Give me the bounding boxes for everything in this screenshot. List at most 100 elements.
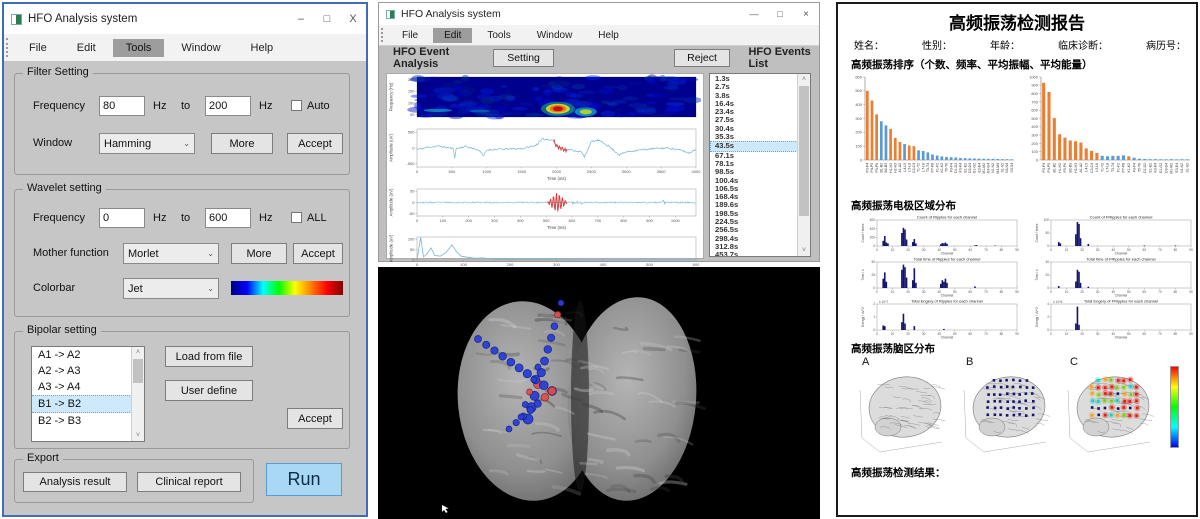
svg-text:H2-H3: H2-H3 [893,163,897,173]
menu-item-tools[interactable]: Tools [476,28,521,43]
svg-text:70: 70 [984,290,988,294]
bipolar-channel-item[interactable]: A1 -> A2 [32,347,132,363]
filter-accept-button[interactable]: Accept [287,133,343,154]
scroll-down-icon[interactable]: ˅ [798,245,810,256]
bar [1001,159,1004,160]
clinical-report-button[interactable]: Clinical report [137,472,241,492]
titlebar[interactable]: HFO Analysis system — □ × [379,3,819,26]
reject-button[interactable]: Reject [674,49,731,67]
bipolar-channel-item[interactable]: A3 -> A4 [32,379,132,395]
bar [1154,159,1157,160]
bar [866,91,869,160]
maximize-icon[interactable]: □ [314,13,340,25]
titlebar[interactable]: HFO Analysis system – □ X [4,4,366,35]
menu-item-edit[interactable]: Edit [64,39,109,57]
load-from-file-button[interactable]: Load from file [165,346,253,367]
event-analysis-label: HFO Event Analysis [393,46,479,70]
wavelet-more-button[interactable]: More [231,243,287,264]
all-checkbox[interactable] [291,212,302,223]
svg-text:900: 900 [1031,83,1038,88]
bipolar-channel-item[interactable]: A2 -> A3 [32,363,132,379]
setting-button[interactable]: Setting [493,49,553,67]
bipolar-channel-list[interactable]: A1 -> A2A2 -> A3A3 -> A4B1 -> B2B2 -> B3… [31,346,145,442]
svg-text:600: 600 [870,218,876,222]
menu-item-file[interactable]: File [391,28,429,43]
menu-item-window[interactable]: Window [168,39,233,57]
svg-text:70: 70 [984,332,988,336]
minimize-icon[interactable]: – [288,13,314,25]
bipolar-channel-item[interactable]: B1 -> B2 [32,395,132,413]
wavelet-accept-button[interactable]: Accept [293,243,343,264]
svg-text:P5-P6: P5-P6 [875,163,879,173]
svg-text:10: 10 [891,248,895,252]
colorbar-select[interactable]: Jet⌄ [123,278,219,299]
brain-render [378,267,820,519]
electrode-contact [518,414,524,420]
window-select[interactable]: Hamming⌄ [99,133,195,154]
menu-item-help[interactable]: Help [587,28,630,43]
hfo-events-list[interactable]: 1.3s2.7s3.8s16.4s23.4s27.5s30.4s35.3s43.… [709,73,811,257]
svg-text:Channel: Channel [941,252,954,256]
hz-label: Hz [259,212,272,224]
menubar: File Edit Tools WindowHelp [379,25,819,46]
bipolar-list-scrollbar[interactable]: ˄ ˅ [131,347,144,441]
svg-text:20: 20 [906,248,910,252]
mouse-cursor-icon [442,505,449,513]
svg-text:90: 90 [1189,290,1193,294]
menu-item-file[interactable]: File [16,39,60,57]
scroll-up-icon[interactable]: ˄ [132,347,144,358]
analysis-result-button[interactable]: Analysis result [23,472,127,492]
mother-function-select[interactable]: Morlet⌄ [123,243,219,264]
svg-text:T5-T6: T5-T6 [945,163,949,172]
wavelet-freq-to-input[interactable] [205,208,251,228]
bipolar-channel-item[interactable]: B2 -> B3 [32,413,132,429]
toolbar: HFO Event Analysis Setting Reject HFO Ev… [379,45,819,71]
svg-text:P7-P8: P7-P8 [931,163,935,173]
svg-text:P7-P8: P7-P8 [1122,163,1126,173]
window-title: HFO Analysis system [401,8,501,20]
minimize-icon[interactable]: — [741,9,767,19]
svg-text:0: 0 [1047,328,1049,332]
bar [913,146,916,160]
bipolar-accept-button[interactable]: Accept [287,408,343,429]
user-define-button[interactable]: User define [165,380,253,401]
auto-checkbox[interactable] [291,100,302,111]
svg-text:T5-T6: T5-T6 [1138,163,1142,172]
brain-3d-view[interactable] [378,267,820,519]
close-icon[interactable]: × [793,9,819,20]
events-list-label: HFO Events List [748,46,819,70]
menu-item-window[interactable]: Window [526,28,584,43]
electrode-dot [993,400,996,403]
svg-text:600: 600 [569,218,576,223]
menubar-gripper-icon [6,38,12,57]
scrollbar-thumb[interactable] [133,359,143,383]
menu-item-help[interactable]: Help [238,39,287,57]
hz-label: Hz [153,212,166,224]
svg-text:0: 0 [416,169,419,174]
filter-freq-from-input[interactable] [99,96,145,116]
maximize-icon[interactable]: □ [767,9,793,19]
electrode-dot [1032,407,1035,410]
svg-text:Channel: Channel [941,336,954,340]
scroll-up-icon[interactable]: ˄ [798,74,810,85]
menu-item-edit[interactable]: Edit [433,28,472,43]
export-group: Export Analysis result Clinical report [14,459,254,503]
filter-more-button[interactable]: More [211,133,273,154]
hfo-event-item[interactable]: 453.7s [710,251,798,257]
close-icon[interactable]: X [340,13,366,25]
svg-text:Amplitude (uV): Amplitude (uV) [389,188,394,216]
events-list-scrollbar[interactable]: ˄ ˅ [797,74,810,256]
svg-text:20: 20 [1045,273,1049,277]
svg-text:Channel: Channel [1115,336,1128,340]
run-button[interactable]: Run [266,463,342,496]
wavelet-freq-from-input[interactable] [99,208,145,228]
svg-text:400: 400 [870,227,876,231]
scroll-down-icon[interactable]: ˅ [132,430,144,441]
electrode-contact [541,357,549,365]
electrode-dot [999,414,1002,417]
menu-item-tools[interactable]: Tools [113,39,165,57]
filter-freq-to-input[interactable] [205,96,251,116]
electrode-dot [1024,399,1027,402]
scrollbar-thumb[interactable] [799,86,809,216]
hfo-event-item[interactable]: 35.3s [710,133,798,141]
